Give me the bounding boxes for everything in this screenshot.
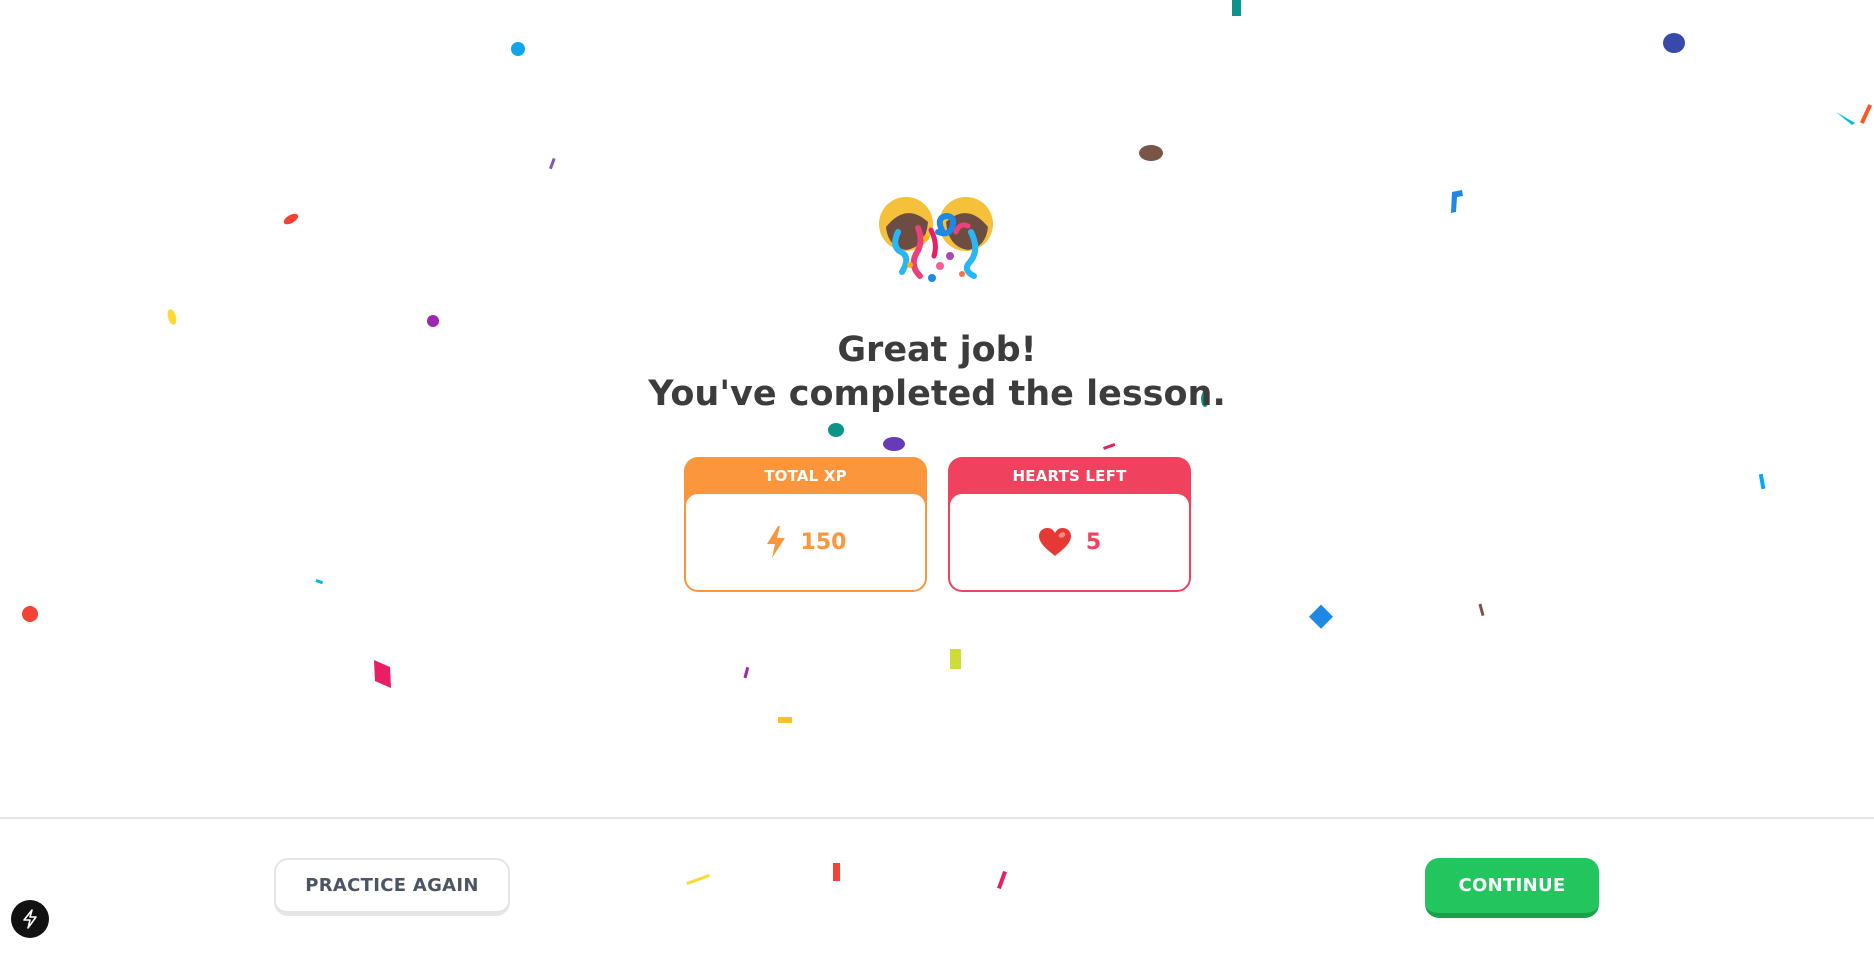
hearts-left-label: HEARTS LEFT bbox=[1012, 467, 1127, 485]
dev-tools-button[interactable] bbox=[11, 900, 49, 938]
total-xp-value: 150 bbox=[800, 529, 847, 555]
practice-again-button[interactable]: PRACTICE AGAIN bbox=[274, 858, 510, 916]
party-popper-icon bbox=[879, 197, 993, 282]
completion-subtitle: You've completed the lesson. bbox=[648, 374, 1226, 414]
completion-heading: Great job! You've completed the lesson. bbox=[0, 328, 1874, 416]
lesson-complete-screen: Great job! You've completed the lesson. … bbox=[0, 0, 1874, 955]
total-xp-body: 150 bbox=[686, 494, 925, 590]
footer-divider bbox=[0, 817, 1874, 819]
total-xp-label: TOTAL XP bbox=[764, 467, 847, 485]
continue-button[interactable]: CONTINUE bbox=[1425, 858, 1599, 918]
heart-icon bbox=[1038, 528, 1071, 556]
completion-title: Great job! bbox=[837, 330, 1037, 370]
hearts-left-value: 5 bbox=[1085, 529, 1102, 555]
total-xp-card: TOTAL XP 150 bbox=[684, 457, 927, 592]
hearts-left-card: HEARTS LEFT 5 bbox=[948, 457, 1191, 592]
lightning-icon bbox=[766, 526, 785, 558]
lightning-icon bbox=[23, 909, 37, 929]
lesson-stats: TOTAL XP 150 HEARTS LEFT 5 bbox=[684, 457, 1191, 592]
hearts-left-body: 5 bbox=[950, 494, 1189, 590]
